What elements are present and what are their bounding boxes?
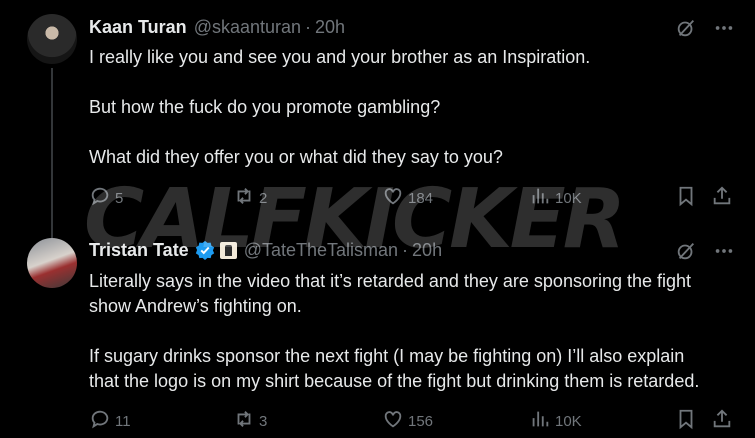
repost-button[interactable]: 3 [233,408,267,434]
tweet-line: Literally says in the video that it’s re… [89,271,692,291]
views-icon [529,408,551,434]
timestamp[interactable]: 20h [315,17,345,38]
share-icon [711,408,733,434]
like-count: 184 [408,189,434,207]
grok-icon[interactable] [675,240,697,267]
share-icon [711,185,733,211]
reply-count: 11 [115,412,131,430]
views-count: 10K [555,412,582,430]
repost-count: 3 [259,412,268,430]
author-name[interactable]: Tristan Tate [89,240,189,261]
reply-icon [89,185,111,211]
tweet-text: Literally says in the video that it’s re… [89,269,749,394]
repost-icon [233,408,255,434]
views-count: 10K [555,189,582,207]
tweet-tristan-tate[interactable]: Tristan Tate @TateTheTalisman · 20h Lite… [0,225,755,438]
author-handle[interactable]: @skaanturan [194,17,301,38]
like-icon [382,408,404,434]
bookmark-button[interactable] [675,408,697,434]
tweet-header: Kaan Turan @skaanturan · 20h [89,15,345,39]
tweet-top-actions [675,17,735,44]
tweet-line: But how the fuck do you promote gambling… [89,97,441,117]
reply-count: 5 [115,189,124,207]
timestamp[interactable]: 20h [412,240,442,261]
views-button[interactable]: 10K [529,408,582,434]
tweet-line: If sugary drinks sponsor the next fight … [89,346,685,366]
author-handle[interactable]: @TateTheTalisman [244,240,398,261]
repost-count: 2 [259,189,268,207]
more-icon[interactable] [713,17,735,44]
share-button[interactable] [711,408,733,434]
tweet-line: that the logo is on my shirt because of … [89,371,700,391]
like-button[interactable]: 184 [382,185,433,211]
repost-button[interactable]: 2 [233,185,267,211]
thread-line [51,68,53,238]
tweet-line: I really like you and see you and your b… [89,47,591,67]
tweet-text: I really like you and see you and your b… [89,45,749,170]
separator: · [305,16,312,37]
reply-button[interactable]: 5 [89,185,123,211]
tweet-line: show Andrew’s fighting on. [89,296,302,316]
tweet-header: Tristan Tate @TateTheTalisman · 20h [89,238,442,262]
more-icon[interactable] [713,240,735,267]
avatar[interactable] [27,238,77,288]
like-button[interactable]: 156 [382,408,433,434]
views-icon [529,185,551,211]
tweet-actions: 5 2 184 10K [89,185,731,211]
author-name[interactable]: Kaan Turan [89,17,187,38]
grok-icon[interactable] [675,17,697,44]
repost-icon [233,185,255,211]
reply-icon [89,408,111,434]
affiliate-badge-icon[interactable] [219,241,237,259]
tweet-line: What did they offer you or what did they… [89,147,503,167]
bookmark-icon [675,408,697,434]
reply-button[interactable]: 11 [89,408,131,434]
bookmark-button[interactable] [675,185,697,211]
like-icon [382,185,404,211]
tweet-kaan-turan[interactable]: Kaan Turan @skaanturan · 20h I really li… [0,0,755,238]
views-button[interactable]: 10K [529,185,582,211]
tweet-top-actions [675,240,735,267]
separator: · [402,239,409,260]
avatar[interactable] [27,14,77,64]
share-button[interactable] [711,185,733,211]
tweet-actions: 11 3 156 10K [89,408,731,434]
bookmark-icon [675,185,697,211]
like-count: 156 [408,412,434,430]
verified-badge-icon[interactable] [195,240,215,260]
